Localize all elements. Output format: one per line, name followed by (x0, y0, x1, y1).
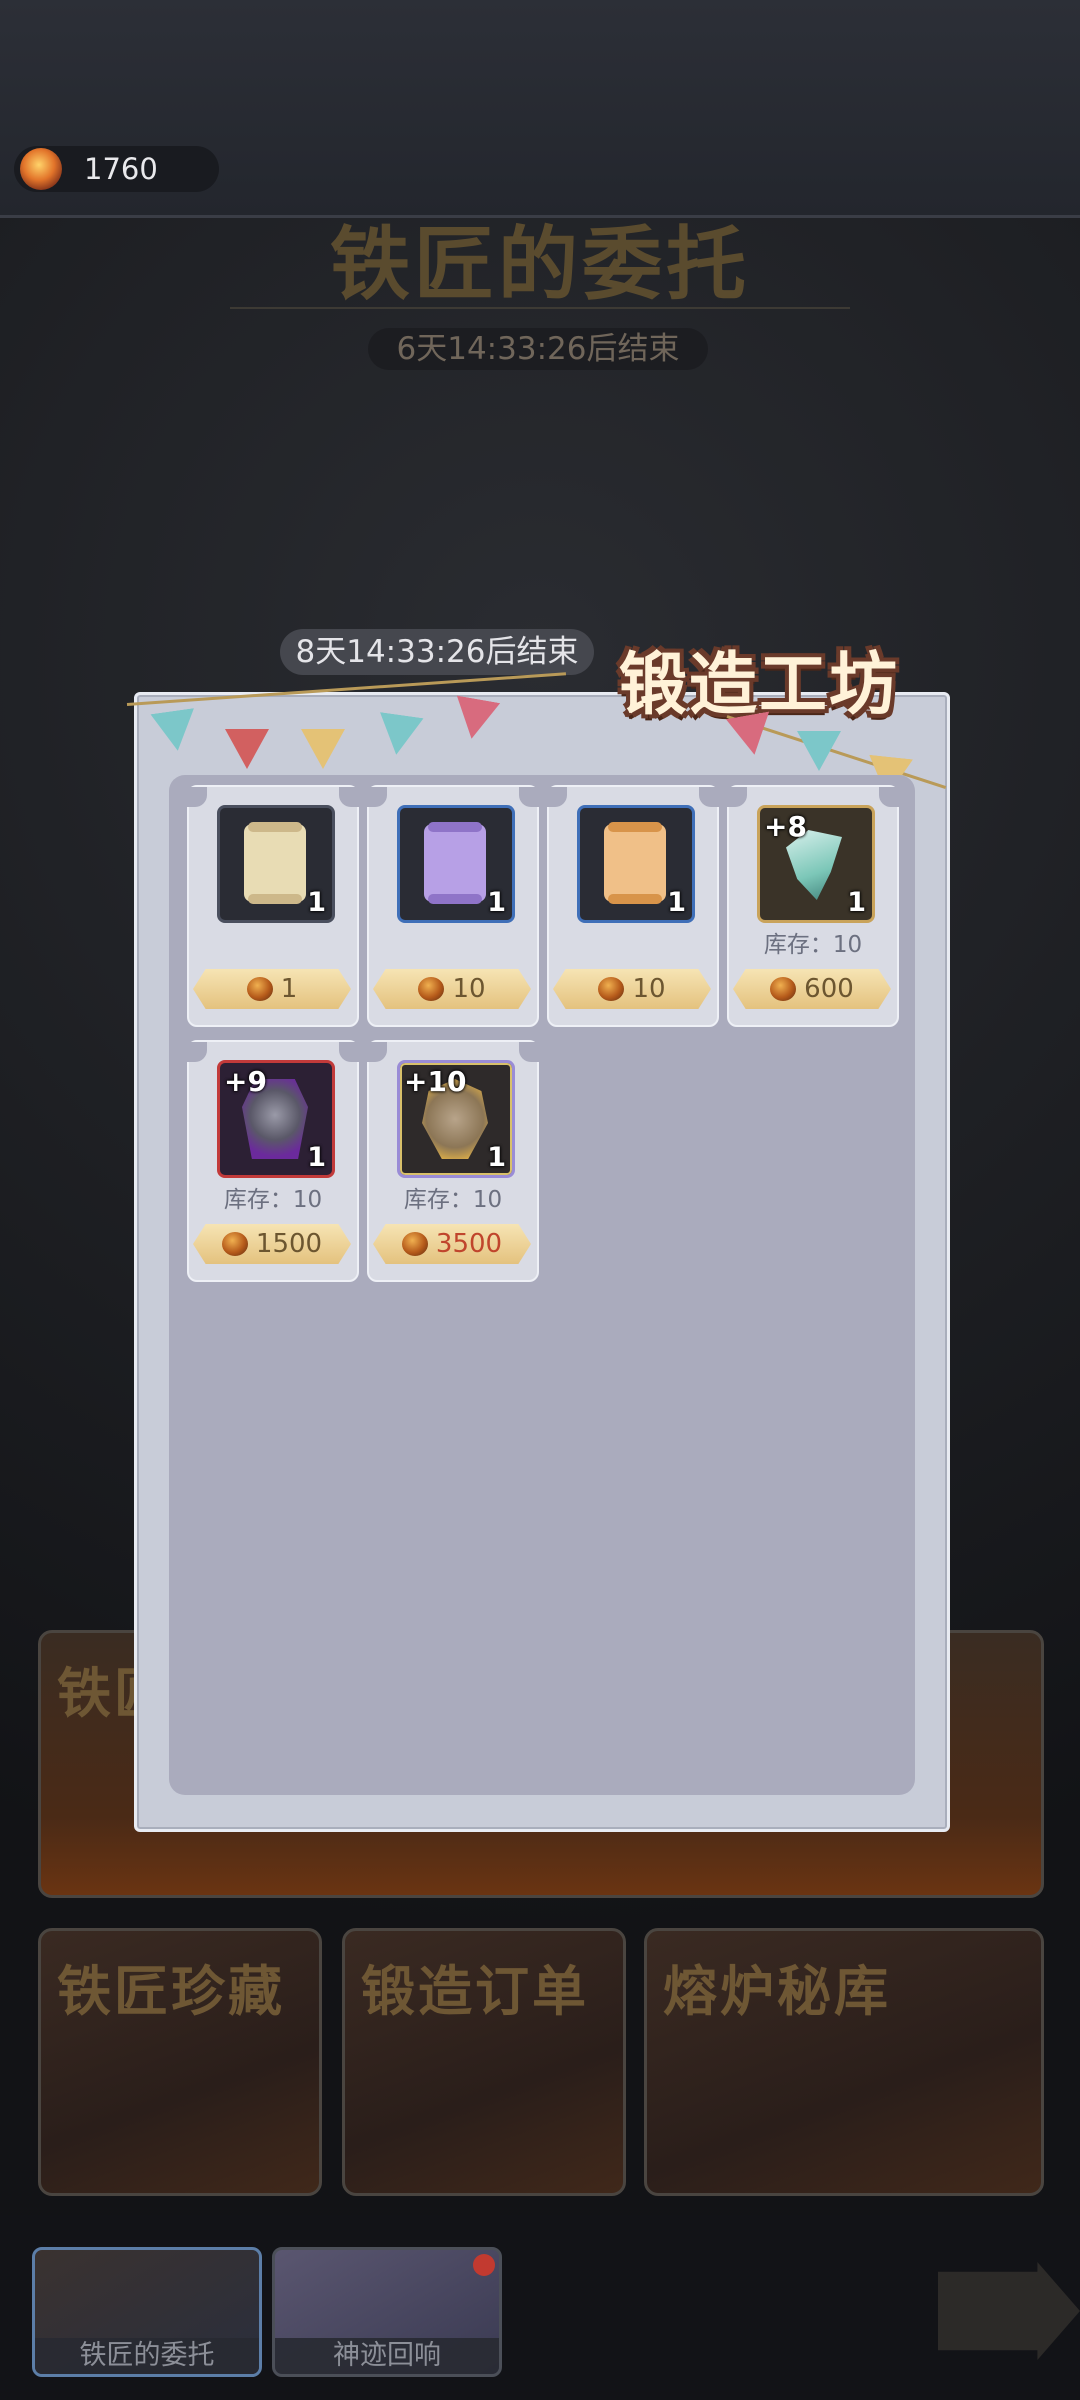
flag-icon (301, 729, 345, 769)
shop-item-card[interactable]: +10 1 库存：10 3500 (367, 1040, 539, 1282)
enhance-level: +10 (404, 1065, 467, 1098)
panel-title: 锻造工坊 (619, 646, 900, 725)
flag-icon (450, 695, 500, 742)
top-bar: 1760 (0, 0, 1080, 218)
stock-label: 库存：10 (763, 932, 863, 958)
buy-button[interactable]: 1 (193, 969, 351, 1009)
banner-label: 熔炉秘库 (663, 1959, 891, 2023)
item-icon-frame: +8 1 (757, 805, 875, 923)
tab-miracle-echo[interactable]: 神迹回响 (272, 2247, 502, 2377)
ore-icon (770, 977, 797, 1001)
buy-button[interactable]: 10 (373, 969, 531, 1009)
blacksmith-treasure-banner[interactable]: 铁匠珍藏 (38, 1928, 322, 2196)
item-icon-frame: +9 1 (217, 1060, 335, 1178)
stock-label: 库存：10 (223, 1187, 323, 1213)
shop-item-card[interactable]: 1 10 (367, 785, 539, 1027)
price-text: 10 (452, 974, 486, 1004)
price-text: 1500 (255, 1229, 323, 1259)
stock-label: 库存：10 (403, 1187, 503, 1213)
ore-icon (598, 977, 625, 1001)
item-count: 1 (487, 1142, 506, 1173)
buy-button[interactable]: 10 (553, 969, 711, 1009)
buy-button[interactable]: 1500 (193, 1224, 351, 1264)
background-timer: 6天14:33:26后结束 (368, 328, 708, 370)
item-count: 1 (847, 887, 866, 918)
tab-label: 铁匠的委托 (35, 2338, 259, 2374)
enhance-level: +9 (224, 1065, 267, 1098)
item-count: 1 (667, 887, 686, 918)
shop-item-card[interactable]: +9 1 库存：10 1500 (187, 1040, 359, 1282)
tab-blacksmith-commission[interactable]: 铁匠的委托 (32, 2247, 262, 2377)
tab-label: 神迹回响 (275, 2338, 499, 2374)
price-text: 1 (280, 974, 298, 1004)
item-count: 1 (307, 887, 326, 918)
forge-order-banner[interactable]: 锻造订单 (342, 1928, 626, 2196)
flag-icon (150, 708, 199, 754)
price-text: 10 (632, 974, 666, 1004)
price-text: 3500 (435, 1229, 503, 1259)
item-icon-frame: +10 1 (397, 1060, 515, 1178)
shop-item-card[interactable]: 1 1 (187, 785, 359, 1027)
ore-icon (221, 1232, 248, 1256)
banner-label: 铁匠珍藏 (57, 1959, 285, 2023)
scroll-icon (244, 822, 306, 904)
item-icon-frame: 1 (217, 805, 335, 923)
item-icon-frame: 1 (577, 805, 695, 923)
flag-icon (225, 729, 269, 769)
enhance-level: +8 (764, 810, 807, 843)
forge-timer: 8天14:33:26后结束 (280, 629, 594, 675)
forge-workshop-panel: 锻造工坊 1 1 1 10 1 10 +8 1 库存：10 600 +9 1 库… (126, 646, 950, 1832)
title-divider (230, 307, 850, 309)
ore-icon (401, 1232, 428, 1256)
ore-icon (418, 977, 445, 1001)
ore-icon (246, 977, 273, 1001)
item-count: 1 (487, 887, 506, 918)
flag-icon (374, 712, 423, 758)
buy-button[interactable]: 600 (733, 969, 891, 1009)
background-title: 铁匠的委托 (330, 217, 750, 311)
ore-icon (20, 148, 62, 190)
furnace-vault-banner[interactable]: 熔炉秘库 (644, 1928, 1044, 2196)
item-count: 1 (307, 1142, 326, 1173)
shop-item-card[interactable]: 1 10 (547, 785, 719, 1027)
buy-button[interactable]: 3500 (373, 1224, 531, 1264)
item-icon-frame: 1 (397, 805, 515, 923)
item-grid: 1 1 1 10 1 10 +8 1 库存：10 600 +9 1 库存：10 … (169, 775, 915, 1795)
shop-item-card[interactable]: +8 1 库存：10 600 (727, 785, 899, 1027)
scroll-icon (604, 822, 666, 904)
notification-dot (473, 2254, 495, 2276)
scroll-icon (424, 822, 486, 904)
currency-display[interactable]: 1760 (14, 146, 219, 192)
currency-amount: 1760 (84, 152, 158, 186)
price-text: 600 (804, 974, 854, 1004)
banner-label: 锻造订单 (361, 1959, 589, 2023)
